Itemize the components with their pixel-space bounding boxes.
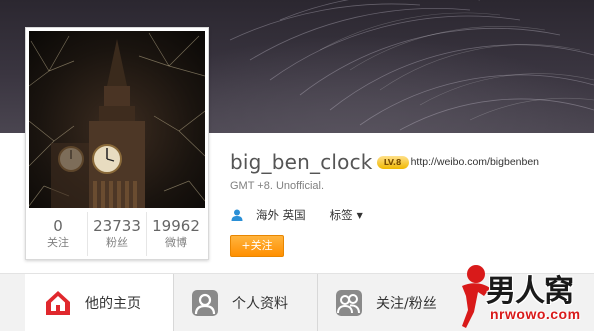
profile-url-link[interactable]: http://weibo.com/bigbenben	[411, 156, 539, 168]
followers-icon	[336, 290, 362, 316]
username: big_ben_clock	[230, 150, 373, 174]
stat-label: 粉丝	[106, 236, 128, 249]
stat-followers[interactable]: 23733 粉丝	[88, 212, 147, 256]
stat-value: 19962	[152, 217, 200, 235]
tab-profile[interactable]: 个人资料	[174, 274, 317, 331]
follow-button[interactable]: +关注	[230, 235, 284, 257]
location-text: 海外 英国	[256, 208, 306, 222]
tab-label: 个人资料	[232, 296, 288, 312]
stat-following[interactable]: 0 关注	[29, 212, 88, 256]
big-ben-image	[29, 32, 205, 208]
name-row: big_ben_clock LV.8 http://weibo.com/bigb…	[230, 149, 539, 175]
profile-icon	[192, 290, 218, 316]
watermark-url: nrwowo.com	[490, 306, 581, 322]
level-badge[interactable]: LV.8	[376, 155, 409, 169]
home-icon	[46, 291, 70, 315]
chevron-down-icon: ▼	[356, 210, 363, 220]
person-icon	[231, 209, 243, 221]
avatar-card: 0 关注 23733 粉丝 19962 微博	[25, 27, 209, 260]
tab-label: 他的主页	[85, 296, 141, 312]
watermark-logo: 男人窝 nrwowo.com	[448, 262, 594, 331]
watermark-text: 男人窝	[486, 274, 574, 309]
bio-text: GMT +8. Unofficial.	[230, 180, 325, 192]
tags-label: 标签	[329, 208, 353, 222]
stats-row: 0 关注 23733 粉丝 19962 微博	[29, 212, 205, 256]
tags-dropdown[interactable]: 标签 ▼	[330, 207, 363, 223]
stat-label: 微博	[165, 236, 187, 249]
stat-value: 23733	[93, 217, 141, 235]
meta-row: 海外 英国 标签 ▼	[230, 206, 363, 224]
stat-label: 关注	[47, 236, 69, 249]
tab-home[interactable]: 他的主页	[25, 274, 173, 331]
tab-label: 关注/粉丝	[376, 296, 437, 312]
avatar[interactable]	[29, 31, 205, 208]
stat-value: 0	[53, 217, 63, 235]
stat-posts[interactable]: 19962 微博	[147, 212, 205, 256]
tab-followers[interactable]: 关注/粉丝	[318, 274, 468, 331]
